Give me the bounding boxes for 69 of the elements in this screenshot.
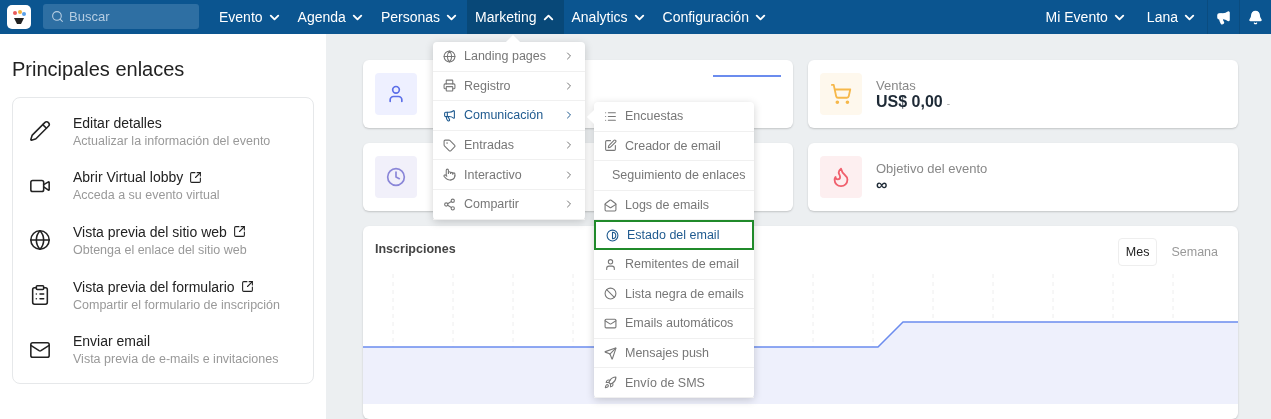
- menu-item[interactable]: Mensajes push: [594, 338, 754, 369]
- stat-value: ∞: [876, 175, 888, 194]
- sparkline: [713, 75, 781, 78]
- stat-label: Objetivo del evento: [876, 160, 988, 176]
- menu-item-icon: [443, 49, 456, 63]
- menu-item-icon: [604, 287, 617, 301]
- nav-menu[interactable]: Personas: [372, 0, 468, 34]
- section-title: Principales enlaces: [12, 58, 186, 81]
- external-link-icon: [232, 225, 246, 239]
- menu-item-icon: [604, 346, 617, 360]
- menu-item-icon: [443, 109, 456, 122]
- menu-item-icon: [604, 139, 617, 153]
- menu-item-icon: [604, 198, 617, 212]
- menu-item-icon: [604, 257, 617, 271]
- search-icon: [51, 10, 64, 23]
- nav-menu[interactable]: Marketing: [467, 0, 564, 34]
- logo-icon[interactable]: [7, 5, 31, 29]
- nav-menu[interactable]: Agenda: [289, 0, 373, 34]
- link-description: Acceda a su evento virtual: [73, 188, 220, 203]
- menu-item-icon: [443, 79, 456, 93]
- nav-menu[interactable]: Analytics: [563, 0, 655, 34]
- external-link-icon: [240, 280, 254, 294]
- quick-link[interactable]: Enviar email: [73, 333, 279, 350]
- menu-item[interactable]: Encuestas: [594, 102, 754, 132]
- menu-item[interactable]: Estado del email: [594, 220, 754, 250]
- user-icon: [375, 73, 417, 115]
- menu-item[interactable]: Logs de emails: [594, 190, 754, 221]
- link-description: Vista previa de e-mails e invitaciones: [73, 352, 279, 367]
- menu-item[interactable]: Emails automáticos: [594, 309, 754, 339]
- stat-note: -: [946, 97, 951, 109]
- nav-menu[interactable]: Mi Evento: [1035, 0, 1137, 34]
- search-field[interactable]: Buscar: [43, 4, 199, 29]
- link-description: Obtenga el enlace del sitio web: [73, 243, 247, 257]
- menu-item-icon: [604, 376, 617, 390]
- chart-title: Inscripciones: [375, 242, 457, 256]
- clock-icon: [375, 156, 417, 198]
- menu-item-icon: [606, 228, 619, 242]
- menu-item[interactable]: Seguimiento de enlaces: [594, 161, 754, 191]
- nav-menu[interactable]: Configuración: [654, 0, 776, 34]
- menu-item-icon: [443, 138, 456, 152]
- nav-menu[interactable]: Evento: [211, 0, 290, 34]
- menu-item[interactable]: Envío de SMS: [594, 368, 754, 398]
- menu-item[interactable]: Compartir: [433, 189, 585, 220]
- quick-link[interactable]: Editar detalles: [73, 114, 271, 131]
- menu-item-icon: [604, 316, 617, 330]
- menu-item[interactable]: Remitentes de email: [594, 249, 754, 280]
- quick-link[interactable]: Vista previa del formulario: [73, 278, 281, 295]
- menu-item-icon: [443, 168, 456, 182]
- menu-item[interactable]: Lista negra de emails: [594, 279, 754, 310]
- link-description: Compartir el formulario de inscripción: [73, 297, 281, 312]
- menu-item[interactable]: Comunicación: [433, 101, 585, 131]
- link-icon: [29, 284, 51, 307]
- menu-item[interactable]: Entradas: [433, 130, 585, 161]
- period-tab[interactable]: Mes: [1117, 238, 1158, 266]
- menu-item-icon: [443, 197, 456, 211]
- nav-menu[interactable]: Lana: [1136, 0, 1207, 34]
- menu-item[interactable]: Creador de email: [594, 131, 754, 162]
- link-icon: [29, 120, 51, 143]
- menu-item[interactable]: Landing pages: [433, 42, 585, 72]
- menu-item-icon: [604, 109, 617, 123]
- menu-item[interactable]: Interactivo: [433, 160, 585, 190]
- quick-link[interactable]: Abrir Virtual lobby: [73, 169, 220, 186]
- quick-link[interactable]: Vista previa del sitio web: [73, 224, 247, 240]
- external-link-icon: [189, 170, 203, 184]
- stat-value: US$ 0,00: [876, 92, 943, 111]
- link-description: Actualizar la información del evento: [73, 133, 271, 148]
- stat-label: Ventas: [876, 77, 917, 93]
- menu-item[interactable]: Registro: [433, 71, 585, 102]
- link-icon: [29, 229, 51, 252]
